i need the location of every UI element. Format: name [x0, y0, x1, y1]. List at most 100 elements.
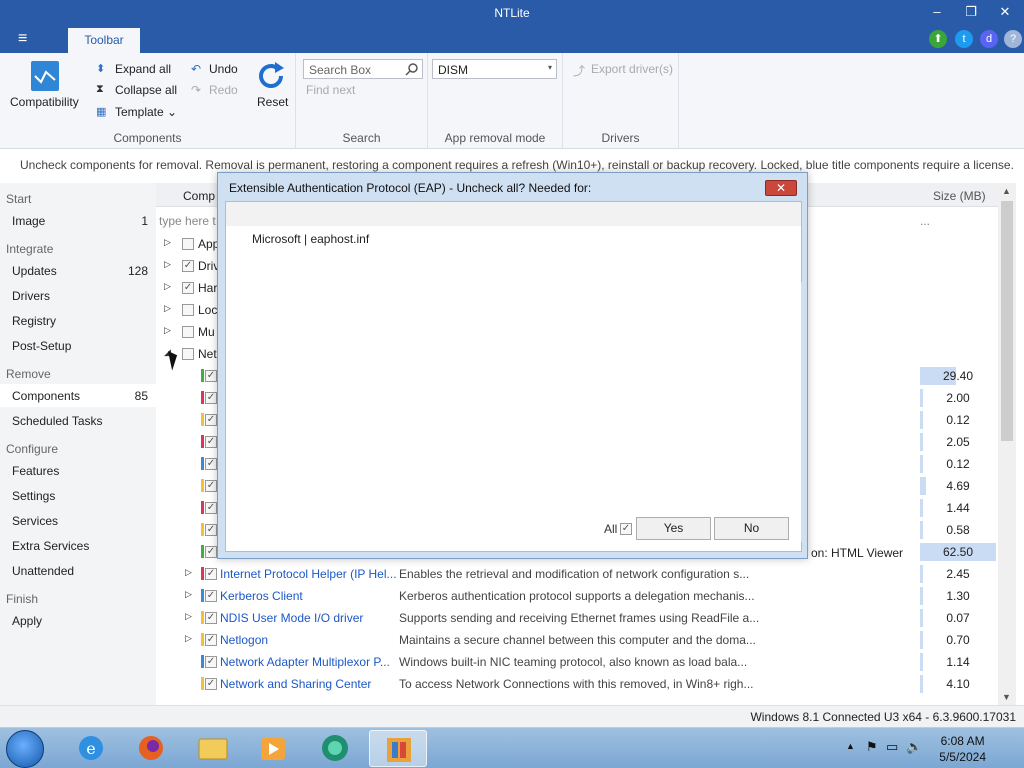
- volume-icon[interactable]: 🔈: [906, 739, 922, 755]
- sidebar-item-services[interactable]: Services: [0, 509, 156, 532]
- network-icon[interactable]: ▭: [886, 739, 898, 755]
- sidebar-item-components[interactable]: Components 85: [0, 384, 156, 407]
- expand-all-button[interactable]: Expand all: [115, 62, 171, 76]
- row-checkbox[interactable]: ✓: [205, 414, 217, 426]
- sidebar-item-extra-services[interactable]: Extra Services: [0, 534, 156, 557]
- row-checkbox[interactable]: ✓: [205, 458, 217, 470]
- row-checkbox[interactable]: [182, 304, 194, 316]
- all-checkbox[interactable]: ✓: [620, 523, 632, 535]
- row-checkbox[interactable]: ✓: [205, 568, 217, 580]
- row-name: Netlogon: [220, 633, 269, 647]
- discord-icon[interactable]: d: [980, 30, 998, 48]
- row-checkbox[interactable]: ✓: [205, 480, 217, 492]
- row-checkbox[interactable]: ✓: [205, 436, 217, 448]
- row-checkbox[interactable]: ✓: [205, 656, 217, 668]
- search-input[interactable]: Search Box: [303, 59, 423, 79]
- start-button[interactable]: [6, 730, 44, 768]
- row-checkbox[interactable]: ✓: [205, 678, 217, 690]
- dialog-close-button[interactable]: ✕: [765, 180, 797, 196]
- row-checkbox[interactable]: [182, 348, 194, 360]
- sidebar-item-apply[interactable]: Apply: [0, 609, 156, 632]
- clock[interactable]: 6:08 AM 5/5/2024: [939, 733, 986, 765]
- row-checkbox[interactable]: ✓: [205, 590, 217, 602]
- template-button[interactable]: Template ⌄: [115, 105, 177, 119]
- sidebar-item-image[interactable]: Image 1: [0, 209, 156, 232]
- ie-taskbar-button[interactable]: e: [62, 730, 120, 767]
- twitter-icon[interactable]: t: [955, 30, 973, 48]
- compatibility-icon[interactable]: [30, 60, 60, 92]
- row-checkbox[interactable]: ✓: [182, 260, 194, 272]
- row-checkbox[interactable]: ✓: [205, 612, 217, 624]
- expand-triangle-icon[interactable]: ▷: [185, 589, 192, 600]
- row-checkbox[interactable]: ✓: [205, 634, 217, 646]
- list-item[interactable]: ✓ Network Adapter Multiplexor P... Windows…: [156, 651, 1001, 673]
- flag-icon[interactable]: ⚑: [866, 739, 878, 755]
- tab-toolbar[interactable]: Toolbar: [68, 28, 140, 53]
- list-item[interactable]: ▷ ✓ NDIS User Mode I/O driver Supports send…: [156, 607, 1001, 629]
- sidebar-item-label: Updates: [12, 264, 57, 278]
- minimize-button[interactable]: –: [920, 0, 954, 26]
- expand-triangle-icon[interactable]: ▷: [164, 237, 171, 248]
- list-item[interactable]: ✓ Network and Sharing Center To access Net…: [156, 673, 1001, 695]
- redo-button[interactable]: Redo: [209, 83, 238, 97]
- expand-triangle-icon[interactable]: ▷: [164, 281, 171, 292]
- row-checkbox[interactable]: ✓: [205, 370, 217, 382]
- menu-icon[interactable]: ≡: [18, 30, 27, 48]
- row-checkbox[interactable]: [182, 238, 194, 250]
- taskbar: e ▲ ⚑ ▭ 🔈 6:08 AM 5/5/2024: [0, 727, 1024, 768]
- row-checkbox[interactable]: ✓: [182, 282, 194, 294]
- sidebar-item-settings[interactable]: Settings: [0, 484, 156, 507]
- expand-triangle-icon[interactable]: ▷: [185, 633, 192, 644]
- sidebar-item-registry[interactable]: Registry: [0, 309, 156, 332]
- update-arrow-icon[interactable]: ⬆: [929, 30, 947, 48]
- column-size[interactable]: Size (MB): [933, 189, 986, 203]
- column-component[interactable]: Comp: [183, 189, 215, 203]
- sidebar-item-features[interactable]: Features: [0, 459, 156, 482]
- removal-mode-select[interactable]: DISM ▾: [432, 59, 557, 79]
- vertical-scrollbar[interactable]: ▲ ▼: [998, 183, 1016, 705]
- reset-icon[interactable]: [255, 60, 287, 92]
- no-button[interactable]: No: [714, 517, 789, 540]
- row-checkbox[interactable]: ✓: [205, 502, 217, 514]
- export-drivers-button[interactable]: Export driver(s): [591, 62, 673, 76]
- row-checkbox[interactable]: ✓: [205, 524, 217, 536]
- ntlite-taskbar-button[interactable]: [369, 730, 427, 767]
- help-icon[interactable]: ?: [1004, 30, 1022, 48]
- expand-triangle-icon[interactable]: ▷: [185, 611, 192, 622]
- search-icon[interactable]: [405, 62, 419, 76]
- scroll-down-icon[interactable]: ▼: [1002, 692, 1011, 702]
- row-checkbox[interactable]: ✓: [205, 546, 217, 558]
- expand-triangle-icon[interactable]: ▷: [164, 259, 171, 270]
- media-player-taskbar-button[interactable]: [244, 730, 302, 767]
- scroll-thumb[interactable]: [1001, 201, 1013, 441]
- scroll-up-icon[interactable]: ▲: [1002, 186, 1011, 196]
- clock-time: 6:08 AM: [940, 734, 985, 748]
- collapse-all-button[interactable]: Collapse all: [115, 83, 177, 97]
- sidebar-item-scheduled-tasks[interactable]: Scheduled Tasks: [0, 409, 156, 432]
- list-item[interactable]: ▷ ✓ Internet Protocol Helper (IP Hel... Ena…: [156, 563, 1001, 585]
- find-next-button[interactable]: Find next: [306, 83, 355, 97]
- sidebar-item-unattended[interactable]: Unattended: [0, 559, 156, 582]
- sidebar-item-drivers[interactable]: Drivers: [0, 284, 156, 307]
- restore-button[interactable]: ❐: [954, 0, 988, 26]
- list-item[interactable]: ▷ ✓ Kerberos Client Kerberos authentication…: [156, 585, 1001, 607]
- compatibility-button[interactable]: Compatibility: [10, 95, 79, 109]
- tray-expand-icon[interactable]: ▲: [846, 741, 855, 751]
- reset-button[interactable]: Reset: [257, 95, 288, 109]
- row-checkbox[interactable]: [182, 326, 194, 338]
- app-taskbar-button[interactable]: [306, 730, 364, 767]
- firefox-taskbar-button[interactable]: [122, 730, 180, 767]
- list-item[interactable]: ▷ ✓ Netlogon Maintains a secure channel bet…: [156, 629, 1001, 651]
- row-checkbox[interactable]: ✓: [205, 392, 217, 404]
- explorer-taskbar-button[interactable]: [184, 730, 242, 767]
- expand-triangle-icon[interactable]: ▷: [164, 303, 171, 314]
- expand-triangle-icon[interactable]: ▷: [164, 325, 171, 336]
- yes-button[interactable]: Yes: [636, 517, 711, 540]
- sidebar-item-post-setup[interactable]: Post-Setup: [0, 334, 156, 357]
- filter-input[interactable]: type here t: [159, 214, 216, 228]
- row-status-mark: [201, 413, 204, 426]
- sidebar-item-updates[interactable]: Updates 128: [0, 259, 156, 282]
- expand-triangle-icon[interactable]: ▷: [185, 567, 192, 578]
- close-button[interactable]: ✕: [988, 0, 1022, 26]
- undo-button[interactable]: Undo: [209, 62, 238, 76]
